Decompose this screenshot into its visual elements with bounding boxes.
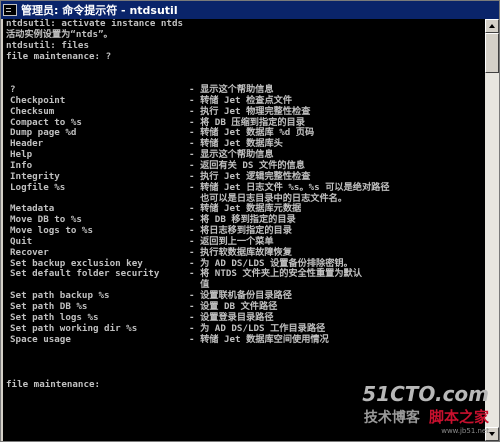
watermark-row: 技术博客 脚本之家 — [362, 406, 489, 427]
help-command-name: Logfile %s — [10, 181, 66, 193]
scrollbar-track[interactable] — [485, 33, 499, 427]
arrow-up-icon — [489, 24, 495, 28]
help-command-name: Checkpoint — [10, 94, 66, 106]
command-prompt-icon — [3, 4, 17, 16]
scrollbar-thumb[interactable] — [485, 33, 499, 73]
watermark-blog: 技术博客 — [363, 410, 420, 426]
scroll-up-button[interactable] — [485, 19, 499, 33]
help-command-name: Checksum — [10, 105, 55, 117]
arrow-down-icon — [489, 432, 495, 436]
help-command-description: - 转储 Jet 日志文件 %s。%s 可以是绝对路径 — [189, 181, 390, 193]
window-title: 管理员: 命令提示符 - ntdsutil — [21, 4, 178, 17]
console-output[interactable]: ntdsutil: activate instance ntds 活动实例设置为… — [3, 19, 485, 441]
console-line: file maintenance: ? — [6, 51, 112, 62]
help-command-name: Space usage — [10, 333, 71, 345]
title-bar[interactable]: 管理员: 命令提示符 - ntdsutil — [1, 1, 499, 19]
watermark: 51CTO.com 技术博客 脚本之家 www.jb51.net — [362, 382, 489, 435]
vertical-scrollbar[interactable] — [485, 19, 499, 441]
help-command-description: - 执行 Jet 物理完整性检查 — [189, 105, 311, 117]
watermark-brand: 脚本之家 — [428, 408, 489, 426]
help-command-description: - 执行 Jet 逻辑完整性检查 — [189, 170, 311, 182]
watermark-site: 51CTO.com — [362, 382, 489, 406]
help-command-description: - 执行软数据库故障恢复 — [189, 246, 292, 258]
help-command-name: Set default folder security — [10, 268, 160, 280]
help-command-description: - 转储 Jet 检查点文件 — [189, 94, 293, 106]
console-prompt: file maintenance: — [6, 379, 101, 390]
help-command-name: Recover — [10, 246, 49, 258]
help-command-description: - 转储 Jet 数据库空间使用情况 — [189, 333, 329, 345]
help-command-name: Set path working dir %s — [10, 322, 138, 334]
help-command-description: - 为 AD DS/LDS 工作目录路径 — [189, 322, 326, 334]
command-prompt-window: 管理员: 命令提示符 - ntdsutil ntdsutil: activate… — [0, 0, 500, 442]
watermark-url: www.jb51.net — [441, 427, 489, 435]
help-command-name: Integrity — [10, 170, 60, 182]
help-command-description: - 将 NTDS 文件夹上的安全性重置为默认 — [189, 268, 362, 280]
